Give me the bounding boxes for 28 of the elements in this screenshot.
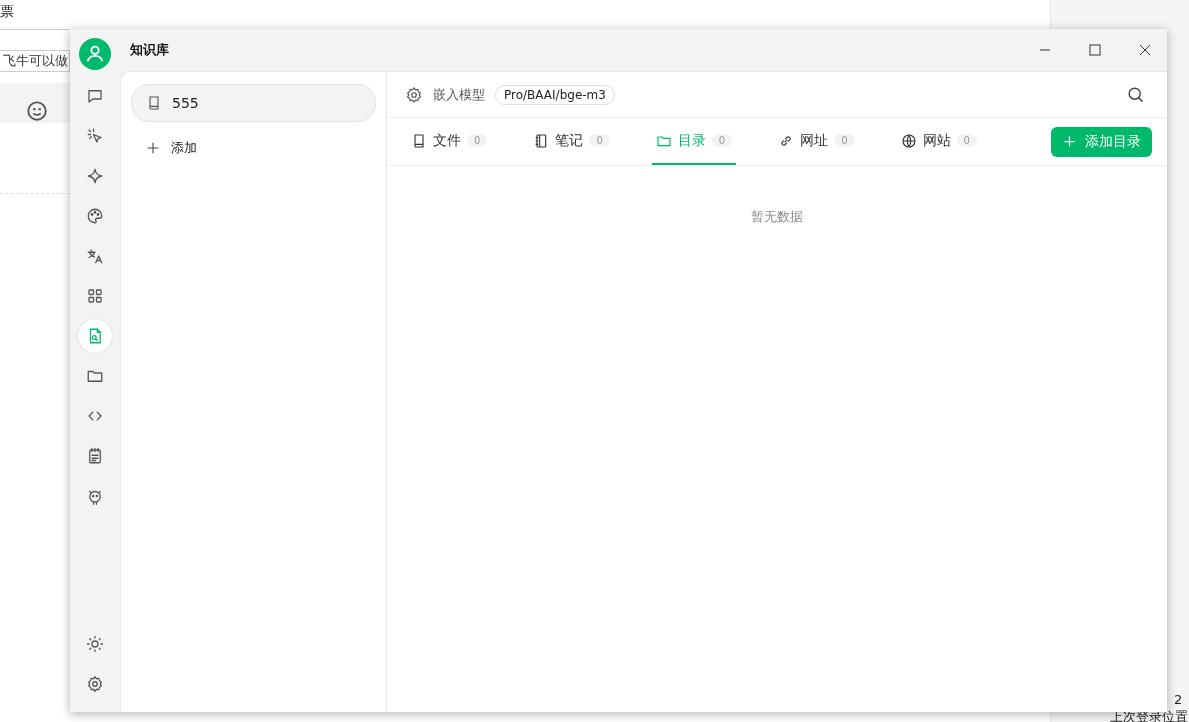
close-icon[interactable] xyxy=(1139,44,1151,56)
globe-icon xyxy=(900,132,917,149)
count-badge: 0 xyxy=(711,134,733,147)
avatar-icon[interactable] xyxy=(79,38,111,70)
book-icon xyxy=(146,95,162,111)
document-search-icon[interactable] xyxy=(78,319,112,353)
knowledge-base-item[interactable]: 555 xyxy=(131,84,376,122)
tab[interactable]: 网站 0 xyxy=(896,118,981,165)
count-badge: 0 xyxy=(956,134,977,147)
book-icon xyxy=(411,132,427,149)
embedding-model-label: 嵌入模型 xyxy=(433,85,485,104)
count-badge: 0 xyxy=(834,134,855,147)
background-text: 票 xyxy=(0,3,14,21)
window-title: 知识库 xyxy=(130,41,169,59)
add-button[interactable]: 添加 xyxy=(131,130,376,166)
plus-icon xyxy=(145,140,161,156)
tab[interactable]: 笔记 0 xyxy=(529,118,614,165)
plus-icon xyxy=(1062,134,1077,149)
empty-state-text: 暂无数据 xyxy=(750,208,804,226)
search-icon[interactable] xyxy=(1126,85,1145,104)
settings-icon[interactable] xyxy=(405,85,423,104)
count-badge: 0 xyxy=(589,134,610,147)
maximize-icon[interactable] xyxy=(1089,44,1101,56)
count-badge: 0 xyxy=(467,134,488,147)
background-text: 2 xyxy=(1174,692,1183,707)
tab[interactable]: 文件 0 xyxy=(407,118,492,165)
smiley-icon[interactable] xyxy=(26,100,48,122)
tab[interactable]: 网址 0 xyxy=(774,118,859,165)
